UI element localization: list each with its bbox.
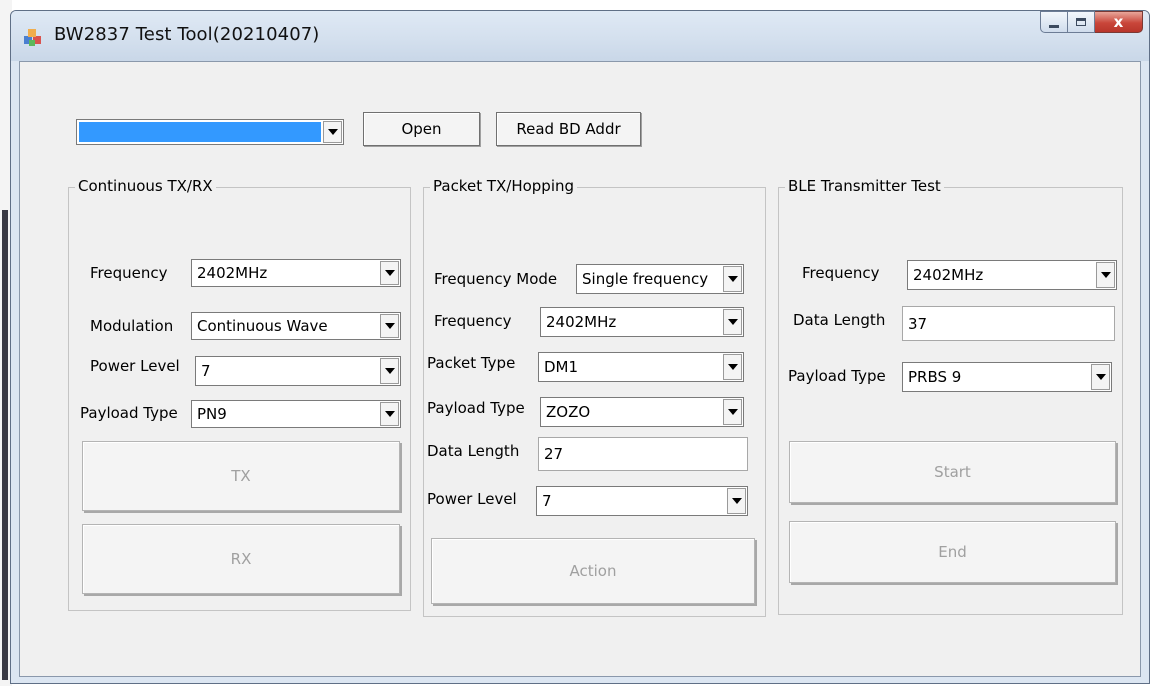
chevron-down-icon	[384, 270, 395, 276]
frequency-mode-value: Single frequency	[582, 270, 709, 288]
continuous-group-title: Continuous TX/RX	[75, 177, 216, 195]
chevron-down-icon	[384, 411, 395, 417]
packet-power-level-value: 7	[542, 492, 552, 510]
continuous-frequency-label: Frequency	[90, 264, 168, 282]
ble-group-title: BLE Transmitter Test	[785, 177, 944, 195]
open-button[interactable]: Open	[363, 112, 480, 146]
chevron-down-icon	[727, 276, 738, 282]
packet-payload-type-select[interactable]: ZOZO	[540, 397, 744, 427]
continuous-frequency-select[interactable]: 2402MHz	[191, 259, 401, 287]
chevron-down-icon	[731, 498, 742, 504]
packet-frequency-dropdown-button[interactable]	[723, 309, 742, 335]
close-button[interactable]: x	[1095, 11, 1143, 33]
packet-data-length-label: Data Length	[427, 442, 520, 460]
continuous-payload-type-select[interactable]: PN9	[191, 400, 401, 428]
rx-button[interactable]: RX	[82, 524, 400, 594]
chevron-down-icon	[727, 364, 738, 370]
chevron-down-icon	[727, 319, 738, 325]
packet-type-select[interactable]: DM1	[538, 352, 744, 382]
tx-button[interactable]: TX	[82, 441, 400, 511]
chevron-down-icon	[1100, 272, 1111, 278]
chevron-down-icon	[1095, 374, 1106, 380]
ble-frequency-dropdown-button[interactable]	[1096, 262, 1115, 288]
continuous-power-level-label: Power Level	[90, 357, 180, 375]
ble-payload-type-label: Payload Type	[788, 367, 886, 385]
frequency-mode-select[interactable]: Single frequency	[576, 264, 744, 294]
ble-data-length-input[interactable]: 37	[902, 306, 1115, 341]
action-button[interactable]: Action	[431, 538, 755, 604]
continuous-payload-type-label: Payload Type	[80, 404, 178, 422]
open-button-label: Open	[401, 120, 442, 138]
packet-power-level-label: Power Level	[427, 490, 517, 508]
ble-data-length-label: Data Length	[793, 311, 886, 329]
packet-power-level-dropdown-button[interactable]	[727, 488, 746, 514]
continuous-payload-type-dropdown-button[interactable]	[380, 402, 399, 426]
continuous-power-level-dropdown-button[interactable]	[380, 358, 399, 384]
ble-payload-type-select[interactable]: PRBS 9	[902, 362, 1112, 392]
continuous-frequency-value: 2402MHz	[197, 264, 268, 282]
modulation-value: Continuous Wave	[197, 317, 328, 335]
maximize-button[interactable]	[1068, 11, 1095, 33]
ble-data-length-value: 37	[908, 314, 928, 333]
ble-frequency-label: Frequency	[802, 264, 880, 282]
app-blocks-icon	[24, 29, 41, 46]
packet-group-title: Packet TX/Hopping	[430, 177, 578, 195]
end-button[interactable]: End	[789, 521, 1116, 583]
chevron-down-icon	[384, 323, 395, 329]
start-button[interactable]: Start	[789, 441, 1116, 503]
chevron-down-icon	[327, 129, 338, 135]
packet-frequency-value: 2402MHz	[546, 313, 617, 331]
packet-type-value: DM1	[544, 358, 579, 376]
packet-payload-type-dropdown-button[interactable]	[723, 399, 742, 425]
ble-frequency-value: 2402MHz	[913, 266, 984, 284]
chevron-down-icon	[384, 368, 395, 374]
packet-power-level-select[interactable]: 7	[536, 486, 748, 516]
continuous-frequency-dropdown-button[interactable]	[380, 261, 399, 285]
port-select-highlight	[79, 122, 321, 142]
packet-payload-type-value: ZOZO	[546, 403, 591, 421]
maximize-icon	[1076, 18, 1086, 26]
app-window: BW2837 Test Tool(20210407) x Open Read B…	[10, 10, 1150, 684]
action-button-label: Action	[569, 562, 617, 580]
modulation-label: Modulation	[90, 317, 174, 335]
close-icon: x	[1113, 13, 1124, 31]
desktop-stripe	[2, 210, 8, 680]
minimize-icon	[1049, 24, 1059, 28]
port-select[interactable]	[76, 119, 344, 145]
tx-button-label: TX	[231, 467, 251, 485]
port-select-dropdown-button[interactable]	[323, 121, 342, 143]
read-bd-addr-label: Read BD Addr	[516, 120, 621, 138]
end-button-label: End	[938, 543, 967, 561]
packet-type-dropdown-button[interactable]	[723, 354, 742, 380]
chevron-down-icon	[727, 409, 738, 415]
packet-frequency-label: Frequency	[434, 312, 512, 330]
ble-payload-type-dropdown-button[interactable]	[1091, 364, 1110, 390]
packet-payload-type-label: Payload Type	[427, 399, 525, 417]
read-bd-addr-button[interactable]: Read BD Addr	[496, 112, 641, 146]
window-title: BW2837 Test Tool(20210407)	[54, 24, 320, 45]
packet-type-label: Packet Type	[427, 354, 516, 372]
packet-data-length-input[interactable]: 27	[538, 437, 748, 471]
frequency-mode-label: Frequency Mode	[434, 270, 558, 288]
start-button-label: Start	[934, 463, 971, 481]
rx-button-label: RX	[230, 550, 252, 568]
ble-payload-type-value: PRBS 9	[908, 368, 962, 386]
packet-frequency-select[interactable]: 2402MHz	[540, 307, 744, 337]
dialog-client-area: Open Read BD Addr Continuous TX/RX Frequ…	[19, 61, 1141, 677]
packet-data-length-value: 27	[544, 445, 564, 463]
frequency-mode-dropdown-button[interactable]	[723, 266, 742, 292]
caption-buttons: x	[1040, 11, 1143, 34]
continuous-power-level-value: 7	[201, 362, 211, 380]
continuous-payload-type-value: PN9	[197, 405, 227, 423]
title-bar[interactable]: BW2837 Test Tool(20210407) x	[11, 11, 1149, 61]
modulation-select[interactable]: Continuous Wave	[191, 312, 401, 340]
continuous-power-level-select[interactable]: 7	[195, 356, 401, 386]
ble-frequency-select[interactable]: 2402MHz	[907, 260, 1117, 290]
minimize-button[interactable]	[1040, 11, 1068, 33]
modulation-dropdown-button[interactable]	[380, 314, 399, 338]
